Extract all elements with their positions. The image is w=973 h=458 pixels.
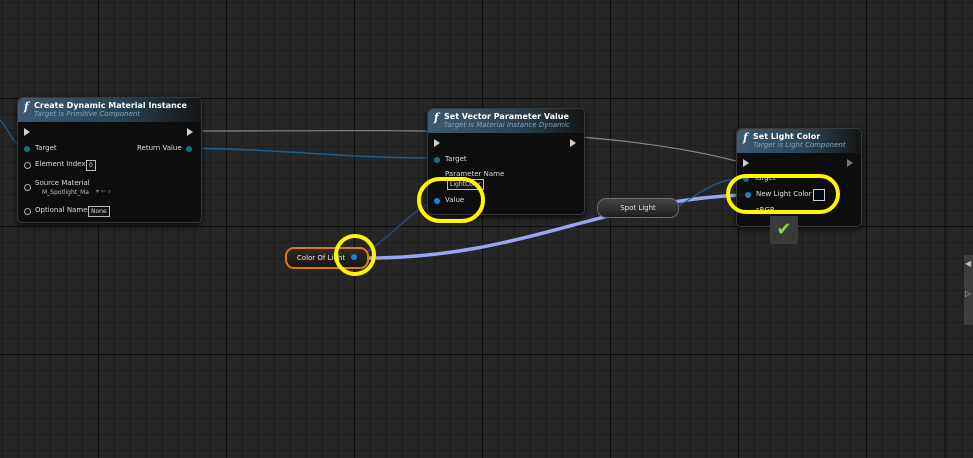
exec-in-pin[interactable] xyxy=(24,128,30,136)
srgb-checkbox[interactable]: ✔ xyxy=(770,216,798,244)
optional-name-label: Optional Name xyxy=(35,206,88,214)
source-material-combo[interactable]: M_Spotlight_Ma xyxy=(42,189,89,196)
optional-name-input[interactable]: None xyxy=(88,206,110,217)
node-subtitle: Target is Primitive Component xyxy=(34,110,141,118)
source-material-pin[interactable] xyxy=(24,184,31,191)
function-icon: f xyxy=(743,131,748,144)
node-title: Create Dynamic Material Instance xyxy=(34,101,187,110)
target-label: Target xyxy=(35,144,57,152)
function-icon: f xyxy=(24,100,29,113)
exec-in-pin[interactable] xyxy=(434,139,440,147)
target-label: Target xyxy=(445,155,467,163)
optional-name-pin[interactable] xyxy=(24,208,31,215)
return-value-pin[interactable] xyxy=(186,146,192,152)
variable-label: Spot Light xyxy=(620,204,656,212)
scroll-up-icon[interactable]: ◀ xyxy=(965,259,971,268)
node-header: f Set Vector Parameter Value Target is M… xyxy=(428,109,584,133)
exec-out-pin[interactable] xyxy=(570,139,576,147)
function-icon: f xyxy=(434,111,439,124)
exec-out-pin[interactable] xyxy=(847,159,853,167)
create-dynamic-material-instance-node[interactable]: f Create Dynamic Material Instance Targe… xyxy=(17,97,202,223)
wires-layer xyxy=(0,0,946,458)
highlight-value-pin xyxy=(417,177,485,223)
target-pin[interactable] xyxy=(24,146,30,152)
checkmark-icon: ✔ xyxy=(776,219,792,240)
node-title: Set Vector Parameter Value xyxy=(444,112,569,121)
node-title: Set Light Color xyxy=(753,132,821,141)
exec-out-pin[interactable] xyxy=(187,128,193,136)
highlight-new-light-color-pin xyxy=(726,174,840,214)
node-subtitle: Target is Light Component xyxy=(753,141,846,149)
asset-browse-icons[interactable]: ▾ ⇦ ⌕ xyxy=(96,188,111,196)
node-header: f Create Dynamic Material Instance Targe… xyxy=(18,98,201,122)
element-index-label: Element Index xyxy=(35,160,86,168)
element-index-input[interactable]: 0 xyxy=(86,160,96,171)
target-pin[interactable] xyxy=(434,157,440,163)
node-header: f Set Light Color Target is Light Compon… xyxy=(737,129,861,153)
node-subtitle: Target is Material Instance Dynamic xyxy=(444,121,570,129)
scrollbar[interactable]: ◀ ▷ xyxy=(964,255,973,325)
spot-light-variable[interactable]: Spot Light xyxy=(597,198,679,218)
object-wire xyxy=(189,147,437,159)
exec-in-pin[interactable] xyxy=(743,159,749,167)
element-index-pin[interactable] xyxy=(24,162,31,169)
highlight-color-of-light-pin xyxy=(334,234,376,276)
scroll-right-icon[interactable]: ▷ xyxy=(965,289,971,298)
return-value-label: Return Value xyxy=(137,144,182,152)
source-material-label: Source Material xyxy=(35,179,90,187)
